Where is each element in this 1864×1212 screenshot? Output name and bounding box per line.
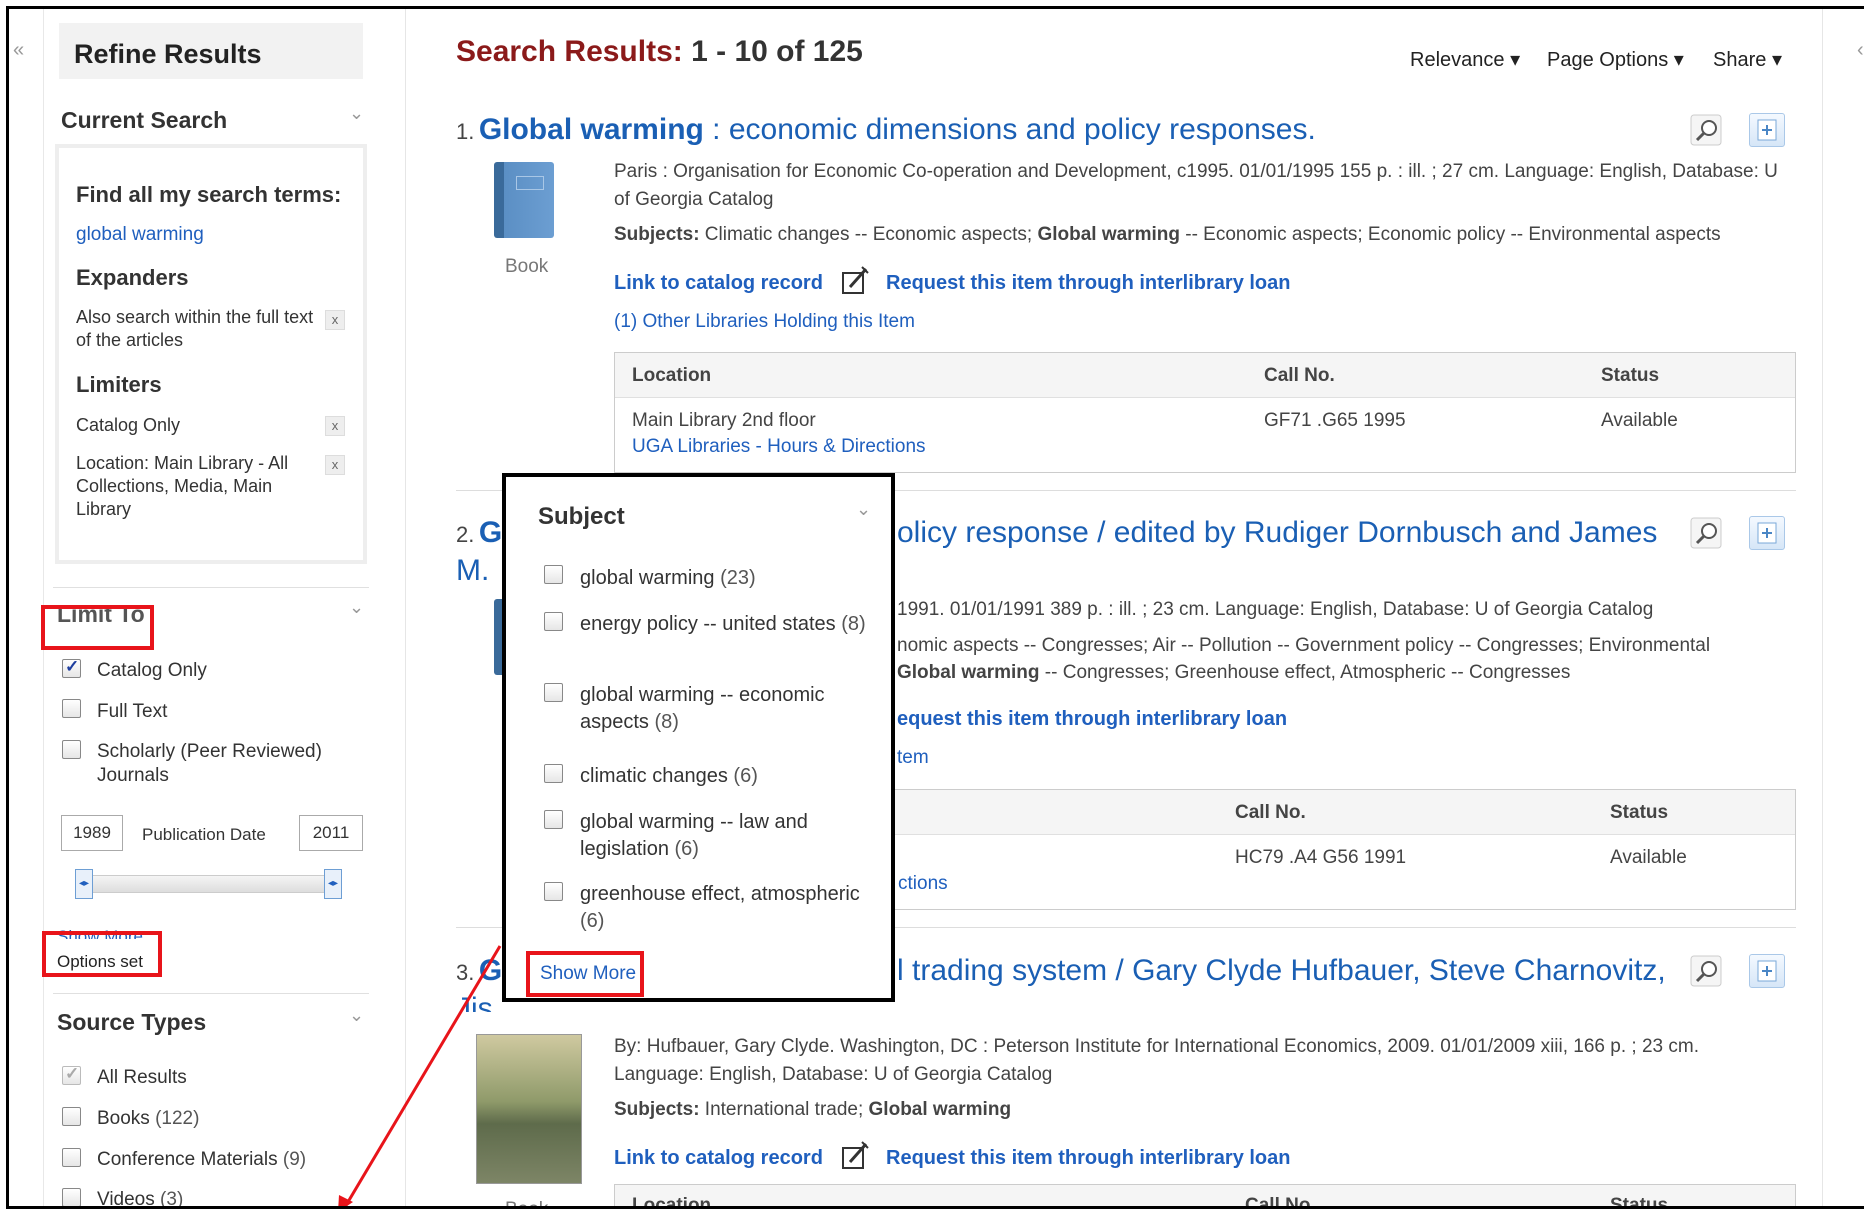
screenshot-frame: « Refine Results Current Search ⌄ Find a… — [6, 6, 1864, 1209]
annotation-arrow — [338, 945, 502, 1206]
